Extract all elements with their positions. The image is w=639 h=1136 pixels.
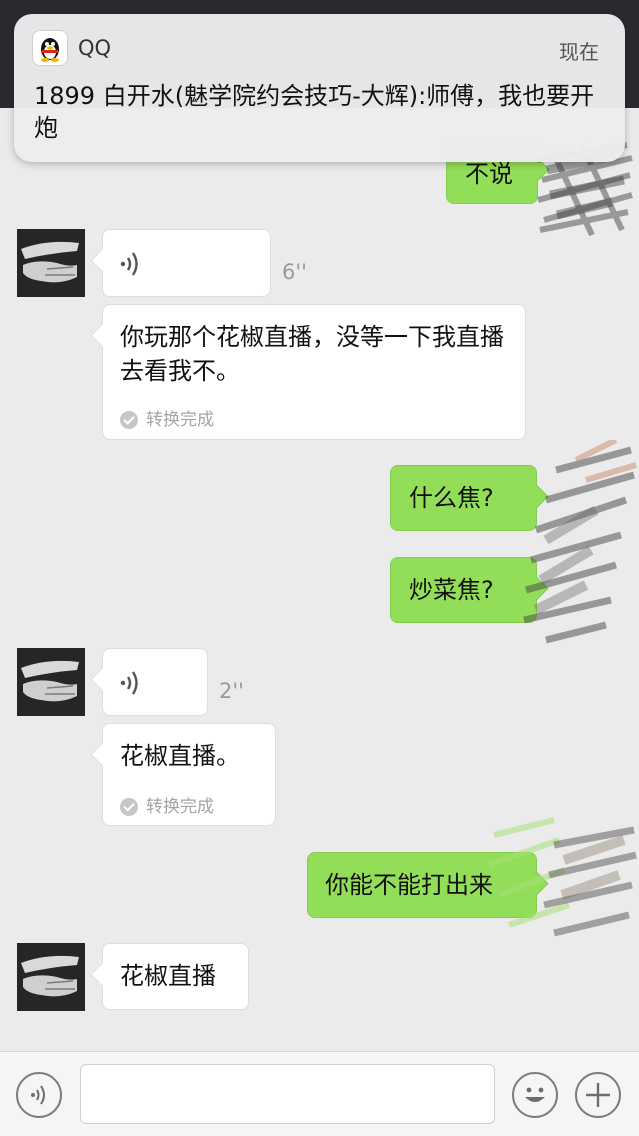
qq-penguin-icon <box>32 30 68 66</box>
voice-transcript-bubble[interactable]: 你玩那个花椒直播，没等一下我直播去看我不。 转换完成 <box>102 304 526 440</box>
conversion-status: 转换完成 <box>120 790 214 824</box>
transcript-text: 花椒直播。 <box>120 742 240 770</box>
notification-app-name: QQ <box>78 36 112 60</box>
conversion-status-text: 转换完成 <box>146 410 214 430</box>
check-circle-icon <box>120 411 138 429</box>
voice-icon <box>31 1085 45 1105</box>
conversion-status: 转换完成 <box>120 403 214 437</box>
message-text: 花椒直播 <box>120 962 216 990</box>
avatar[interactable] <box>17 229 85 297</box>
voice-message-bubble[interactable] <box>102 229 271 297</box>
message-text: 不说 <box>465 160 513 188</box>
more-options-button[interactable] <box>575 1072 621 1118</box>
hands-photo-icon <box>17 648 85 716</box>
check-circle-icon <box>120 798 138 816</box>
message-text: 炒菜焦? <box>409 576 494 604</box>
message-text: 你能不能打出来 <box>325 871 493 899</box>
hands-photo-icon <box>17 943 85 1011</box>
avatar[interactable] <box>17 648 85 716</box>
voice-duration: 2'' <box>219 679 244 703</box>
notification-time: 现在 <box>559 40 599 64</box>
avatar[interactable] <box>17 943 85 1011</box>
voice-duration: 6'' <box>282 260 307 284</box>
qq-notification-banner[interactable]: QQ 现在 1899 白开水(魅学院约会技巧-大辉):师傅，我也要开炮 <box>14 14 625 162</box>
transcript-text: 你玩那个花椒直播，没等一下我直播去看我不。 <box>120 323 504 385</box>
voice-wave-icon <box>120 252 138 276</box>
message-input[interactable] <box>80 1064 495 1124</box>
message-bubble-sent[interactable]: 炒菜焦? <box>390 557 537 623</box>
message-text: 什么焦? <box>409 484 494 512</box>
hands-photo-icon <box>17 229 85 297</box>
notification-message: 1899 白开水(魅学院约会技巧-大辉):师傅，我也要开炮 <box>34 82 595 142</box>
conversion-status-text: 转换完成 <box>146 797 214 817</box>
message-bubble-sent[interactable]: 你能不能打出来 <box>307 852 537 918</box>
plus-icon <box>586 1083 610 1107</box>
voice-input-button[interactable] <box>16 1072 62 1118</box>
emoji-icon <box>525 1087 545 1102</box>
message-bubble-received[interactable]: 花椒直播 <box>102 943 249 1010</box>
voice-message-bubble[interactable] <box>102 648 208 716</box>
emoji-button[interactable] <box>512 1072 558 1118</box>
voice-wave-icon <box>120 671 138 695</box>
voice-transcript-bubble[interactable]: 花椒直播。 转换完成 <box>102 723 276 826</box>
message-bubble-sent[interactable]: 什么焦? <box>390 465 537 531</box>
chat-screen: QQ 现在 1899 白开水(魅学院约会技巧-大辉):师傅，我也要开炮 不说 6… <box>0 0 639 1136</box>
chat-input-bar <box>0 1051 639 1136</box>
